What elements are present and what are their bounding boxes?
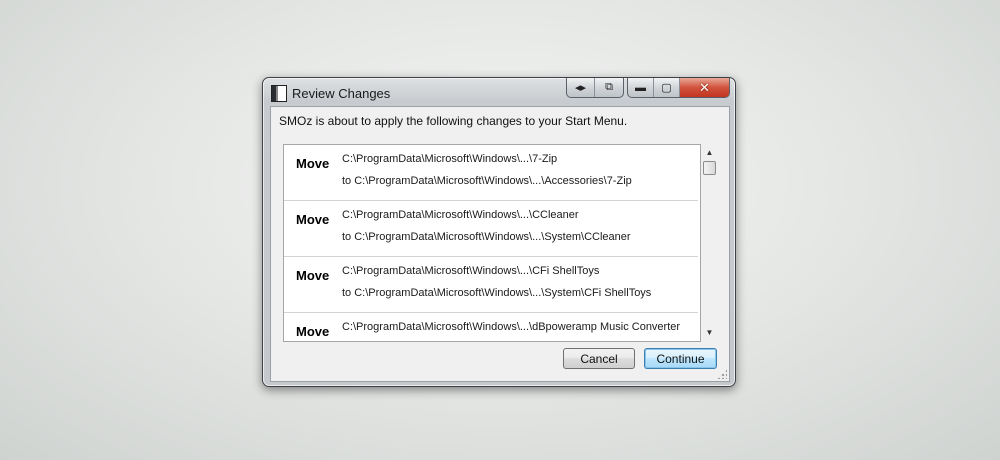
change-action: Move xyxy=(296,212,330,227)
change-source-path: C:\ProgramData\Microsoft\Windows\...\CCl… xyxy=(342,209,579,221)
cancel-button[interactable]: Cancel xyxy=(563,348,635,369)
app-icon xyxy=(271,85,287,102)
changes-list[interactable]: Move C:\ProgramData\Microsoft\Windows\..… xyxy=(283,144,701,342)
close-button[interactable]: ✕ xyxy=(680,78,729,97)
scroll-up-icon[interactable]: ▲ xyxy=(701,144,718,160)
list-item[interactable]: Move C:\ProgramData\Microsoft\Windows\..… xyxy=(284,201,698,257)
change-source-path: C:\ProgramData\Microsoft\Windows\...\CFi… xyxy=(342,265,600,277)
resize-arrows-icon[interactable]: ◂▸ xyxy=(567,78,595,97)
change-action: Move xyxy=(296,268,330,283)
change-destination-path: to C:\ProgramData\Microsoft\Windows\...\… xyxy=(342,287,652,299)
window-mode-icon[interactable]: ⧉ xyxy=(595,78,623,97)
change-action: Move xyxy=(296,324,330,339)
dialog-client-area: SMOz is about to apply the following cha… xyxy=(270,106,730,382)
list-scrollbar[interactable]: ▲ ▼ xyxy=(701,144,718,340)
list-item[interactable]: Move C:\ProgramData\Microsoft\Windows\..… xyxy=(284,145,698,201)
change-destination-path: to C:\ProgramData\Microsoft\Windows\...\… xyxy=(342,231,631,243)
change-action: Move xyxy=(296,156,330,171)
maximize-button[interactable]: ▢ xyxy=(654,78,680,97)
change-source-path: C:\ProgramData\Microsoft\Windows\...\dBp… xyxy=(342,321,681,333)
change-source-path: C:\ProgramData\Microsoft\Windows\...\7-Z… xyxy=(342,153,558,165)
review-changes-dialog: Review Changes ◂▸ ⧉ ▬ ▢ ✕ SMOz is about … xyxy=(262,77,736,387)
continue-button[interactable]: Continue xyxy=(644,348,717,369)
list-item[interactable]: Move C:\ProgramData\Microsoft\Windows\..… xyxy=(284,257,698,313)
titlebar-extra-buttons: ◂▸ ⧉ xyxy=(566,78,624,98)
list-item[interactable]: Move C:\ProgramData\Microsoft\Windows\..… xyxy=(284,313,698,341)
resize-grip-icon[interactable] xyxy=(717,369,727,379)
minimize-button[interactable]: ▬ xyxy=(628,78,654,97)
titlebar-caption-buttons: ▬ ▢ ✕ xyxy=(627,78,730,98)
scroll-down-icon[interactable]: ▼ xyxy=(701,324,718,340)
change-destination-path: to C:\ProgramData\Microsoft\Windows\...\… xyxy=(342,175,632,187)
intro-text: SMOz is about to apply the following cha… xyxy=(279,114,628,128)
scroll-thumb[interactable] xyxy=(703,161,716,175)
window-title: Review Changes xyxy=(292,86,391,101)
